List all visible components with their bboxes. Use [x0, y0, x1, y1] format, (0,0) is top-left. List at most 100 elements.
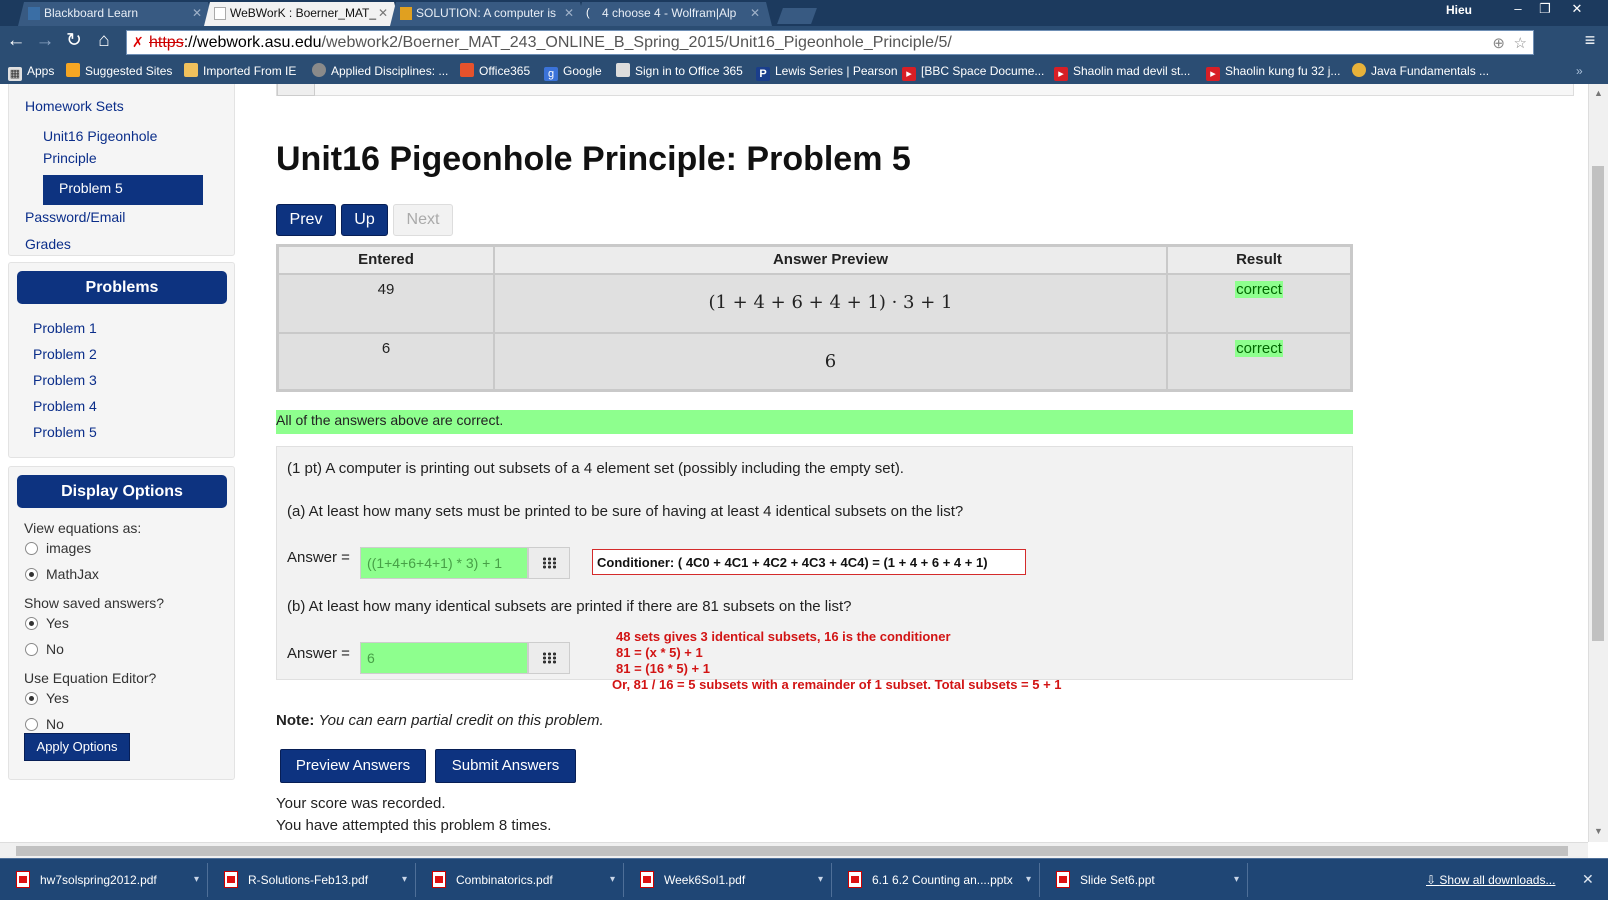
- close-shelf-icon[interactable]: ✕: [1582, 871, 1594, 888]
- bookmark-java-fundamentals[interactable]: Java Fundamentals ...: [1352, 62, 1489, 80]
- bookmark-sign-in-office365[interactable]: Sign in to Office 365: [616, 62, 743, 80]
- scroll-up-icon[interactable]: ▲: [1594, 88, 1603, 98]
- office-icon: [460, 63, 474, 77]
- sidebar-homework-sets-link[interactable]: Homework Sets: [25, 98, 124, 114]
- bookmark-bbc-space[interactable]: ▸ [BBC Space Docume...: [902, 62, 1044, 81]
- chrome-menu-icon[interactable]: ≡: [1580, 30, 1600, 54]
- close-icon[interactable]: ✕: [378, 6, 388, 20]
- download-item[interactable]: Combinatorics.pdf ▾: [420, 863, 624, 897]
- answer-label-a: Answer =: [287, 549, 350, 566]
- window-close-icon[interactable]: ✕: [1562, 0, 1592, 20]
- folder-icon: [184, 63, 198, 77]
- bookmark-star-icon[interactable]: ☆: [1514, 34, 1527, 52]
- apply-options-button[interactable]: Apply Options: [24, 733, 130, 761]
- bookmark-applied-disciplines[interactable]: Applied Disciplines: ...: [312, 62, 448, 80]
- tab-blackboard[interactable]: Blackboard Learn ✕: [18, 2, 214, 26]
- problem-link-1[interactable]: Problem 1: [33, 320, 97, 336]
- equation-editor-grid-icon[interactable]: [528, 547, 570, 579]
- download-item[interactable]: hw7solspring2012.pdf ▾: [4, 863, 208, 897]
- download-filename: Slide Set6.ppt: [1080, 873, 1155, 887]
- new-tab-button[interactable]: [777, 8, 817, 24]
- problem-link-5[interactable]: Problem 5: [33, 424, 97, 440]
- close-icon[interactable]: ✕: [192, 6, 202, 20]
- problem-link-2[interactable]: Problem 2: [33, 346, 97, 362]
- preview-answers-button[interactable]: Preview Answers: [280, 749, 426, 783]
- bookmark-google[interactable]: g Google: [544, 62, 602, 81]
- partial-credit-note: Note: You can earn partial credit on thi…: [276, 712, 604, 729]
- use-editor-no-radio[interactable]: [25, 718, 38, 731]
- bookmark-office365[interactable]: Office365: [460, 62, 530, 80]
- equation-editor-grid-icon[interactable]: [528, 642, 570, 674]
- tab-solution[interactable]: SOLUTION: A computer is ✕: [390, 2, 586, 26]
- answer-b-input[interactable]: 6: [360, 642, 528, 674]
- home-icon[interactable]: ⌂: [92, 30, 116, 54]
- submit-answers-button[interactable]: Submit Answers: [435, 749, 576, 783]
- bookmark-suggested-sites[interactable]: Suggested Sites: [66, 62, 172, 80]
- sidebar-password-email-link[interactable]: Password/Email: [25, 209, 125, 225]
- minimize-icon[interactable]: –: [1503, 0, 1533, 20]
- close-icon[interactable]: ✕: [564, 6, 574, 20]
- download-item[interactable]: R-Solutions-Feb13.pdf ▾: [212, 863, 416, 897]
- download-item[interactable]: Week6Sol1.pdf ▾: [628, 863, 832, 897]
- chevron-down-icon[interactable]: ▾: [610, 863, 615, 897]
- view-mathjax-radio[interactable]: [25, 568, 38, 581]
- red-note-line-3: 81 = (16 * 5) + 1: [616, 661, 710, 676]
- show-saved-no-radio[interactable]: [25, 643, 38, 656]
- chevron-down-icon[interactable]: ▾: [1234, 863, 1239, 897]
- result-header: Result: [1167, 246, 1351, 274]
- problem-link-3[interactable]: Problem 3: [33, 372, 97, 388]
- prev-button[interactable]: Prev: [276, 204, 336, 236]
- chevron-down-icon[interactable]: ▾: [402, 863, 407, 897]
- use-editor-yes-radio[interactable]: [25, 692, 38, 705]
- bookmark-apps[interactable]: ▦ Apps: [8, 62, 54, 81]
- chevron-down-icon[interactable]: ▾: [194, 863, 199, 897]
- close-icon[interactable]: ✕: [750, 6, 760, 20]
- up-button[interactable]: Up: [341, 204, 388, 236]
- bookmarks-overflow-icon[interactable]: »: [1576, 62, 1583, 80]
- download-filename: 6.1 6.2 Counting an....pptx: [872, 873, 1013, 887]
- preview-header: Answer Preview: [494, 246, 1167, 274]
- sidebar-current-problem[interactable]: Problem 5: [43, 175, 203, 205]
- sidebar-grades-link[interactable]: Grades: [25, 236, 71, 252]
- sidebar-set-link[interactable]: Unit16 Pigeonhole Principle: [43, 125, 183, 169]
- vertical-scrollbar[interactable]: ▲ ▼: [1588, 84, 1608, 842]
- tab-webwork[interactable]: WeBWorK : Boerner_MAT_ ✕: [204, 2, 400, 26]
- answer-label-b: Answer =: [287, 645, 350, 662]
- horizontal-scrollbar[interactable]: [0, 842, 1588, 858]
- bookmark-imported-from-ie[interactable]: Imported From IE: [184, 62, 296, 80]
- answer-a-input[interactable]: ((1+4+6+4+1) * 3) + 1: [360, 547, 528, 579]
- result-correct-badge: correct: [1235, 281, 1283, 298]
- reload-icon[interactable]: ↻: [62, 30, 86, 54]
- horizontal-scroll-thumb[interactable]: [16, 846, 1568, 856]
- download-filename: Combinatorics.pdf: [456, 873, 553, 887]
- pdf-file-icon: [640, 871, 654, 888]
- scroll-down-icon[interactable]: ▼: [1594, 826, 1603, 836]
- problem-part-a: (a) At least how many sets must be print…: [287, 503, 964, 520]
- bookmark-label: Sign in to Office 365: [635, 64, 743, 78]
- tab-wolfram[interactable]: ( 4 choose 4 - Wolfram|Alp ✕: [576, 2, 772, 26]
- chevron-down-icon[interactable]: ▾: [818, 863, 823, 897]
- show-saved-yes-radio[interactable]: [25, 617, 38, 630]
- back-arrow-icon[interactable]: ←: [4, 30, 28, 54]
- page-icon: [214, 7, 226, 20]
- zoom-icon[interactable]: ⊕: [1492, 34, 1505, 52]
- bookmark-shaolin-mad-devil[interactable]: ▸ Shaolin mad devil st...: [1054, 62, 1190, 81]
- download-item[interactable]: 6.1 6.2 Counting an....pptx ▾: [836, 863, 1040, 897]
- next-button[interactable]: Next: [393, 204, 453, 236]
- result-cell-2: correct: [1167, 333, 1351, 390]
- bookmark-lewis-series[interactable]: P Lewis Series | Pearson: [756, 62, 898, 81]
- problem-link-4[interactable]: Problem 4: [33, 398, 97, 414]
- view-images-radio[interactable]: [25, 542, 38, 555]
- vertical-scroll-thumb[interactable]: [1592, 166, 1604, 641]
- download-item[interactable]: Slide Set6.ppt ▾: [1044, 863, 1248, 897]
- show-saved-no-label: No: [46, 641, 64, 657]
- forward-arrow-icon[interactable]: →: [33, 30, 57, 54]
- conditioner-annotation: Conditioner: ( 4C0 + 4C1 + 4C2 + 4C3 + 4…: [592, 549, 1026, 575]
- profile-user-label[interactable]: Hieu: [1446, 3, 1472, 17]
- restore-icon[interactable]: ❐: [1530, 0, 1560, 20]
- chevron-down-icon[interactable]: ▾: [1026, 863, 1031, 897]
- all-correct-message: All of the answers above are correct.: [276, 410, 1353, 434]
- show-all-downloads-link[interactable]: ⇩ Show all downloads...: [1426, 863, 1555, 897]
- address-bar[interactable]: ✗ https://webwork.asu.edu/webwork2/Boern…: [126, 30, 1534, 55]
- bookmark-shaolin-kung-fu[interactable]: ▸ Shaolin kung fu 32 j...: [1206, 62, 1340, 81]
